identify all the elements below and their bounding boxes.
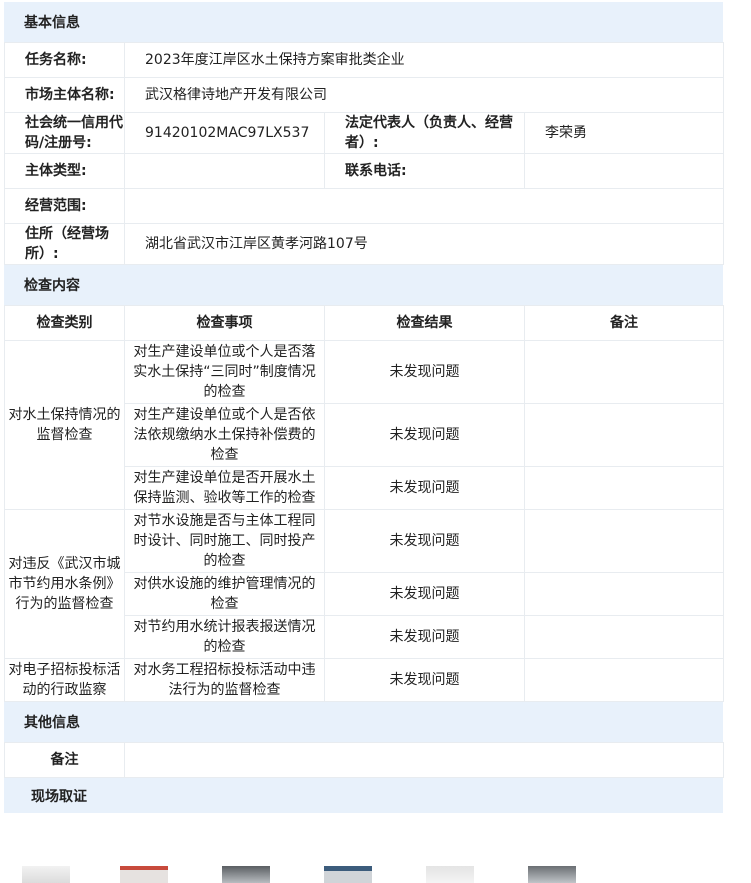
evidence-photo[interactable] xyxy=(324,866,372,883)
item-cell: 对水务工程招标投标活动中违法行为的监督检查 xyxy=(124,658,325,702)
evidence-photo[interactable] xyxy=(120,866,168,883)
section-evidence: 现场取证 xyxy=(4,778,723,813)
evidence-photo[interactable] xyxy=(22,866,70,883)
result-cell: 未发现问题 xyxy=(324,615,525,659)
result-cell: 未发现问题 xyxy=(324,466,525,510)
evidence-photo[interactable] xyxy=(528,866,576,883)
result-cell: 未发现问题 xyxy=(324,572,525,616)
row-note: 备注 xyxy=(4,742,724,778)
legal-rep-value: 李荣勇 xyxy=(524,112,724,154)
section-title: 现场取证 xyxy=(31,788,87,805)
header-category: 检查类别 xyxy=(4,305,125,341)
entity-name-value: 武汉格律诗地产开发有限公司 xyxy=(124,77,724,113)
category-cell: 对违反《武汉市城市节约用水条例》行为的监督检查 xyxy=(4,509,125,659)
result-cell: 未发现问题 xyxy=(324,403,525,467)
note-cell xyxy=(524,509,724,573)
item-cell: 对生产建设单位是否开展水土保持监测、验收等工作的检查 xyxy=(124,466,325,510)
address-value: 湖北省武汉市江岸区黄孝河路107号 xyxy=(124,223,724,265)
credit-code-value: 91420102MAC97LX537 xyxy=(124,112,325,154)
evidence-photo[interactable] xyxy=(426,866,474,883)
item-cell: 对生产建设单位或个人是否依法依规缴纳水土保持补偿费的检查 xyxy=(124,403,325,467)
item-cell: 对节水设施是否与主体工程同时设计、同时施工、同时投产的检查 xyxy=(124,509,325,573)
address-label: 住所（经营场所）: xyxy=(4,223,125,265)
row-entity-name: 市场主体名称: 武汉格律诗地产开发有限公司 xyxy=(4,77,724,113)
category-cell: 对电子招标投标活动的行政监察 xyxy=(4,658,125,702)
item-cell: 对节约用水统计报表报送情况的检查 xyxy=(124,615,325,659)
note-cell xyxy=(524,572,724,616)
result-cell: 未发现问题 xyxy=(324,509,525,573)
legal-rep-label: 法定代表人（负责人、经营者）: xyxy=(324,112,525,154)
evidence-photo-strip xyxy=(0,866,751,883)
task-name-label: 任务名称: xyxy=(4,42,125,78)
evidence-photo[interactable] xyxy=(222,866,270,883)
row-scope: 经营范围: xyxy=(4,188,724,224)
table-row: 对水土保持情况的监督检查 对生产建设单位或个人是否落实水土保持“三同时”制度情况… xyxy=(4,340,724,510)
inspection-record: 基本信息 任务名称: 2023年度江岸区水土保持方案审批类企业 市场主体名称: … xyxy=(4,2,724,813)
scope-value xyxy=(124,188,724,224)
phone-label: 联系电话: xyxy=(324,153,525,189)
credit-code-label: 社会统一信用代码/注册号: xyxy=(4,112,125,154)
section-other-info: 其他信息 xyxy=(4,702,723,742)
row-task-name: 任务名称: 2023年度江岸区水土保持方案审批类企业 xyxy=(4,42,724,78)
header-item: 检查事项 xyxy=(124,305,325,341)
section-basic-info: 基本信息 xyxy=(4,2,723,42)
phone-value xyxy=(524,153,724,189)
row-entity-type: 主体类型: 联系电话: xyxy=(4,153,724,189)
header-result: 检查结果 xyxy=(324,305,525,341)
row-address: 住所（经营场所）: 湖北省武汉市江岸区黄孝河路107号 xyxy=(4,223,724,265)
scope-label: 经营范围: xyxy=(4,188,125,224)
item-cell: 对供水设施的维护管理情况的检查 xyxy=(124,572,325,616)
inspection-table: 检查类别 检查事项 检查结果 备注 对水土保持情况的监督检查 对生产建设单位或个… xyxy=(4,305,724,702)
result-cell: 未发现问题 xyxy=(324,340,525,404)
entity-type-value xyxy=(124,153,325,189)
section-title: 检查内容 xyxy=(24,278,80,294)
task-name-value: 2023年度江岸区水土保持方案审批类企业 xyxy=(124,42,724,78)
other-info-table: 备注 xyxy=(4,742,724,778)
entity-type-label: 主体类型: xyxy=(4,153,125,189)
section-title: 其他信息 xyxy=(24,715,80,731)
category-cell: 对水土保持情况的监督检查 xyxy=(4,340,125,510)
note-label: 备注 xyxy=(4,742,125,778)
basic-info-table: 任务名称: 2023年度江岸区水土保持方案审批类企业 市场主体名称: 武汉格律诗… xyxy=(4,42,724,265)
note-cell xyxy=(524,403,724,467)
note-cell xyxy=(524,615,724,659)
entity-name-label: 市场主体名称: xyxy=(4,77,125,113)
note-value xyxy=(124,742,724,778)
table-row: 对违反《武汉市城市节约用水条例》行为的监督检查 对节水设施是否与主体工程同时设计… xyxy=(4,509,724,659)
inspection-header-row: 检查类别 检查事项 检查结果 备注 xyxy=(4,305,724,341)
note-cell xyxy=(524,340,724,404)
section-inspection: 检查内容 xyxy=(4,265,723,305)
section-title: 基本信息 xyxy=(24,15,80,31)
row-credit-code: 社会统一信用代码/注册号: 91420102MAC97LX537 法定代表人（负… xyxy=(4,112,724,154)
note-cell xyxy=(524,466,724,510)
note-cell xyxy=(524,658,724,702)
table-row: 对电子招标投标活动的行政监察 对水务工程招标投标活动中违法行为的监督检查 未发现… xyxy=(4,658,724,702)
item-cell: 对生产建设单位或个人是否落实水土保持“三同时”制度情况的检查 xyxy=(124,340,325,404)
result-cell: 未发现问题 xyxy=(324,658,525,702)
header-note: 备注 xyxy=(524,305,724,341)
